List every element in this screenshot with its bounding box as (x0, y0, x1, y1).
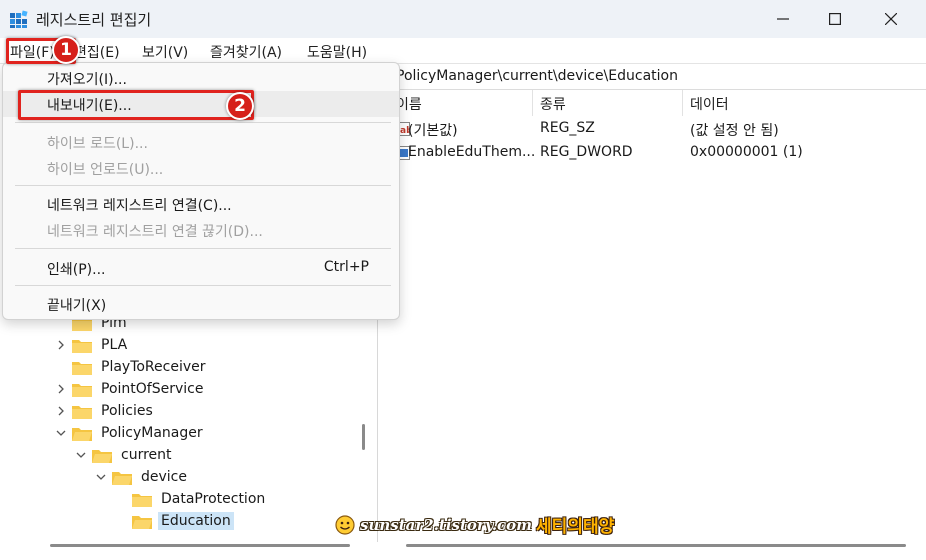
menu-disconnect-label: 네트워크 레지스트리 연결 끊기(D)... (47, 224, 263, 240)
menu-print-label: 인쇄(P)... (47, 262, 106, 278)
menu-bar: 파일(F) 편집(E) 보기(V) 즐겨찾기(A) 도움말(H) (0, 38, 926, 64)
tree-item-label: DataProtection (161, 491, 266, 507)
tree-item[interactable]: PointOfService (54, 378, 206, 400)
value-name: (기본값) (408, 123, 458, 139)
tree-item[interactable]: Policies (54, 400, 156, 422)
tree-item-label: PointOfService (101, 381, 204, 397)
registry-editor-icon (10, 10, 28, 28)
close-button[interactable] (868, 0, 914, 38)
tree-item-label: PLA (101, 337, 128, 353)
tree-item-label: Policies (101, 403, 153, 419)
folder-open-icon (72, 427, 92, 441)
chevron-down-icon[interactable] (94, 473, 108, 481)
tree-item-label: Education (158, 512, 234, 530)
step-badge-1: 1 (52, 36, 80, 64)
address-path: PolicyManager\current\device\Education (396, 68, 678, 84)
menu-separator (15, 185, 391, 186)
value-type: REG_DWORD (540, 144, 633, 160)
chevron-down-icon[interactable] (54, 429, 68, 437)
maximize-button[interactable] (812, 0, 858, 38)
close-icon (885, 13, 897, 25)
minimize-icon (777, 18, 789, 20)
watermark-url: sunstar2.tistory.com (360, 515, 533, 534)
folder-icon (72, 339, 92, 353)
chevron-right-icon[interactable] (54, 384, 68, 394)
tree-item[interactable]: device (94, 466, 190, 488)
menu-exit[interactable]: 끝내기(X) (3, 291, 399, 317)
menu-unload-hive: 하이브 언로드(U)... (3, 155, 399, 181)
menu-import[interactable]: 가져오기(I)... (3, 65, 399, 91)
step-badge-2: 2 (226, 92, 254, 120)
chevron-right-icon[interactable] (54, 340, 68, 350)
folder-icon (72, 405, 92, 419)
menu-view[interactable]: 보기(V) (142, 42, 188, 62)
tree-item-selected[interactable]: Education (114, 510, 234, 532)
column-header-type[interactable]: 종류 (540, 94, 566, 114)
value-type: REG_SZ (540, 120, 595, 136)
tree-item[interactable]: DataProtection (114, 488, 268, 510)
menu-separator (15, 285, 391, 286)
tree-item[interactable]: PolicyManager (54, 422, 206, 444)
menu-load-hive: 하이브 로드(L)... (3, 129, 399, 155)
tree-item-label: current (121, 447, 172, 463)
tree-item-label: device (141, 469, 187, 485)
column-divider[interactable] (682, 90, 683, 116)
minimize-button[interactable] (760, 0, 806, 38)
menu-disconnect-network-registry: 네트워크 레지스트리 연결 끊기(D)... (3, 217, 399, 243)
folder-icon (132, 493, 152, 507)
tree-horizontal-scrollbar[interactable] (50, 544, 350, 547)
watermark-name: 세티의태양 (536, 517, 615, 537)
menu-separator (15, 122, 391, 123)
menu-exit-label: 끝내기(X) (47, 298, 107, 314)
values-horizontal-scrollbar[interactable] (406, 544, 906, 547)
folder-open-icon (132, 515, 152, 529)
menu-favorites[interactable]: 즐겨찾기(A) (210, 42, 282, 62)
folder-icon (72, 361, 92, 375)
menu-unload-hive-label: 하이브 언로드(U)... (47, 162, 164, 178)
menu-print-shortcut: Ctrl+P (323, 259, 369, 275)
column-header-data[interactable]: 데이터 (690, 94, 729, 114)
chevron-right-icon[interactable] (54, 406, 68, 416)
menu-load-hive-label: 하이브 로드(L)... (47, 136, 148, 152)
value-name: EnableEduThem... (408, 144, 536, 160)
menu-connect-network-registry[interactable]: 네트워크 레지스트리 연결(C)... (3, 191, 399, 217)
chevron-down-icon[interactable] (74, 451, 88, 459)
values-list-pane[interactable]: 이름 종류 데이터 ab (기본값) REG_SZ (값 설정 안 됨) Ena… (384, 90, 926, 560)
menu-help[interactable]: 도움말(H) (307, 42, 367, 62)
tree-item[interactable]: PLA (54, 334, 130, 356)
folder-open-icon (92, 449, 112, 463)
folder-icon (72, 383, 92, 397)
maximize-icon (829, 13, 841, 25)
watermark: sunstar2.tistory.com 세티의태양 (334, 512, 614, 537)
menu-connect-label: 네트워크 레지스트리 연결(C)... (47, 198, 232, 214)
tree-item-label: PlayToReceiver (101, 359, 206, 375)
smiley-face-icon (335, 514, 355, 535)
column-divider[interactable] (532, 90, 533, 116)
menu-print[interactable]: 인쇄(P)... Ctrl+P (3, 255, 399, 281)
folder-open-icon (112, 471, 132, 485)
menu-edit[interactable]: 편집(E) (74, 42, 120, 62)
address-bar[interactable]: PolicyManager\current\device\Education (384, 64, 926, 90)
window-title: 레지스트리 편집기 (36, 11, 152, 29)
menu-separator (15, 248, 391, 249)
tree-item[interactable]: PlayToReceiver (54, 356, 209, 378)
tree-item[interactable]: current (74, 444, 175, 466)
value-data: 0x00000001 (1) (690, 144, 803, 160)
highlight-box-export (18, 90, 254, 120)
tree-vertical-scrollbar[interactable] (362, 424, 365, 450)
title-bar: 레지스트리 편집기 (0, 0, 926, 38)
value-data: (값 설정 안 됨) (690, 123, 779, 139)
tree-item-label: PolicyManager (101, 425, 203, 441)
menu-import-label: 가져오기(I)... (47, 72, 127, 88)
